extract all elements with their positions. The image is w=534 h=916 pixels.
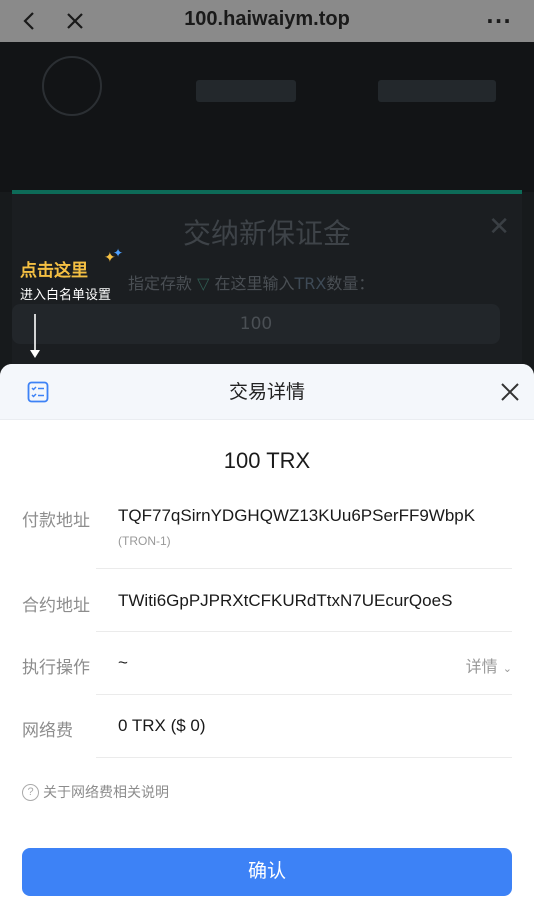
transaction-amount: 100 TRX: [223, 448, 311, 473]
payer-address-label: 付款地址: [22, 511, 90, 531]
operation-row: 执行操作 ~ 详情 ⌄: [22, 653, 512, 683]
payer-network-tag: (TRON-1): [118, 534, 171, 548]
deposit-label-mid: 在这里输入: [214, 274, 295, 293]
contract-address-label: 合约地址: [22, 596, 90, 616]
sheet-title: 交易详情: [228, 381, 305, 403]
divider: [96, 694, 512, 695]
hint-subtitle: 进入白名单设置: [20, 288, 112, 303]
arrow-down-icon: [30, 314, 40, 358]
hint-title[interactable]: 点击这里: [20, 256, 88, 281]
operation-value: ~: [118, 653, 128, 672]
transaction-detail-sheet: 交易详情 100 TRX 付款地址 TQF77qSirnYDGHQWZ13KUu…: [0, 364, 534, 916]
network-fee-value: 0 TRX ($ 0): [118, 716, 206, 735]
background-header: [0, 42, 534, 192]
operation-details-link[interactable]: 详情 ⌄: [466, 653, 512, 677]
divider: [96, 631, 512, 632]
close-icon[interactable]: [496, 378, 524, 406]
page-url: 100.haiwaiym.top: [184, 8, 350, 30]
deposit-label-trx: TRX: [294, 274, 327, 293]
network-fee-help-label: 关于网络费相关说明: [43, 785, 169, 801]
divider: [96, 757, 512, 758]
deposit-close-icon: ✕: [488, 212, 510, 242]
network-fee-help[interactable]: ? 关于网络费相关说明: [22, 782, 169, 802]
more-icon[interactable]: ···: [478, 0, 520, 42]
sparkle-icon: ✦: [113, 246, 124, 260]
contract-address-row: 合约地址 TWiti6GpPJPRXtCFKURdTtxN7UEcurQoeS: [22, 591, 512, 621]
deposit-label: 指定存款 ▽ 在这里输入TRX数量：: [128, 270, 374, 294]
operation-label: 执行操作: [22, 658, 90, 678]
sheet-header: 交易详情: [0, 364, 534, 420]
network-fee-row: 网络费 0 TRX ($ 0): [22, 716, 512, 746]
deposit-amount-input: 100: [12, 304, 500, 344]
question-icon: ?: [22, 783, 39, 801]
deposit-title: 交纳新保证金: [182, 217, 351, 250]
confirm-button[interactable]: 确认: [22, 848, 512, 896]
tron-logo-icon: [42, 56, 102, 116]
details-label: 详情: [465, 657, 498, 676]
payer-address-row: 付款地址 TQF77qSirnYDGHQWZ13KUu6PSerFF9WbpK …: [22, 504, 512, 564]
payer-address-value: TQF77qSirnYDGHQWZ13KUu6PSerFF9WbpK: [118, 506, 476, 525]
network-fee-label: 网络费: [22, 721, 73, 741]
divider: [96, 568, 512, 569]
diamond-icon: ▽: [197, 274, 210, 293]
deposit-label-prefix: 指定存款: [128, 274, 193, 293]
background-nav-item: [378, 80, 496, 102]
browser-toolbar: 100.haiwaiym.top ···: [0, 0, 534, 42]
chevron-down-icon: ⌄: [502, 662, 512, 675]
deposit-label-suffix: 数量：: [326, 274, 375, 293]
background-nav-item: [196, 80, 296, 102]
contract-address-value: TWiti6GpPJPRXtCFKURdTtxN7UEcurQoeS: [118, 591, 453, 610]
